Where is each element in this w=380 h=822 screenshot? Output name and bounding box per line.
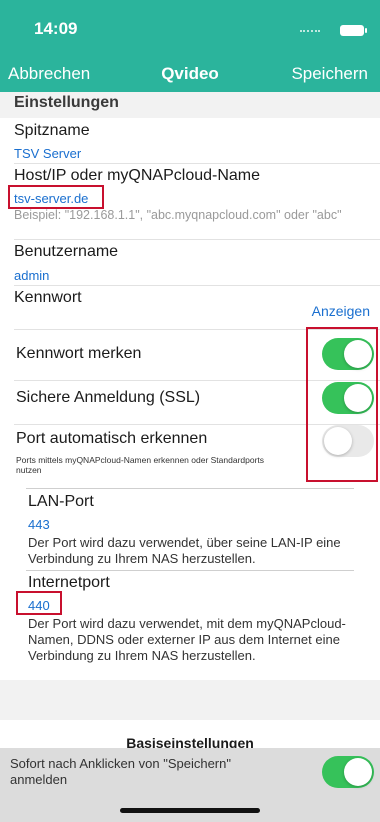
nickname-input[interactable]: TSV Server [14,146,81,161]
home-indicator[interactable] [120,808,260,813]
auto-port-note: Ports mittels myQNAPcloud-Namen erkennen… [16,455,265,475]
save-button[interactable]: Speichern [291,64,368,84]
divider [26,570,354,571]
lan-port-description: Der Port wird dazu verwendet, über seine… [28,535,341,566]
clock: 14:09 [34,19,78,38]
toggle-knob [344,758,372,786]
divider [14,239,380,240]
settings-form: Einstellungen Spitzname TSV Server Host/… [0,92,380,822]
username-input[interactable]: admin [14,268,49,283]
remember-password-label: Kennwort merken [16,345,142,362]
highlight-box-toggles [306,327,378,482]
host-hint: Beispiel: "192.168.1.1", "abc.myqnapclou… [14,208,342,222]
section-spacer [0,680,380,720]
auto-login-label: Sofort nach Anklicken von "Speichern" an… [10,756,231,787]
section-header-settings: Einstellungen [14,94,119,111]
divider [26,488,354,489]
highlight-box-internet-port [16,591,62,615]
show-password-button[interactable]: Anzeigen [312,303,370,319]
navigation-bar: Abbrechen Qvideo Speichern [0,56,380,92]
ssl-label: Sichere Anmeldung (SSL) [16,389,201,406]
divider [14,163,380,164]
host-label: Host/IP oder myQNAPcloud-Name [14,167,261,184]
status-bar: 14:09 [0,0,380,56]
highlight-box-host [8,185,104,209]
divider [14,285,380,286]
username-label: Benutzername [14,243,119,260]
auto-port-label: Port automatisch erkennen [16,430,208,447]
battery-icon [340,25,367,36]
lan-port-input[interactable]: 443 [28,517,50,532]
lan-port-label: LAN-Port [28,493,94,510]
signal-icon [300,30,320,35]
auto-login-toggle[interactable] [322,756,374,788]
nickname-label: Spitzname [14,122,90,139]
password-label: Kennwort [14,289,82,306]
internet-port-label: Internetport [28,574,110,591]
internet-port-description: Der Port wird dazu verwendet, mit dem my… [28,616,346,663]
